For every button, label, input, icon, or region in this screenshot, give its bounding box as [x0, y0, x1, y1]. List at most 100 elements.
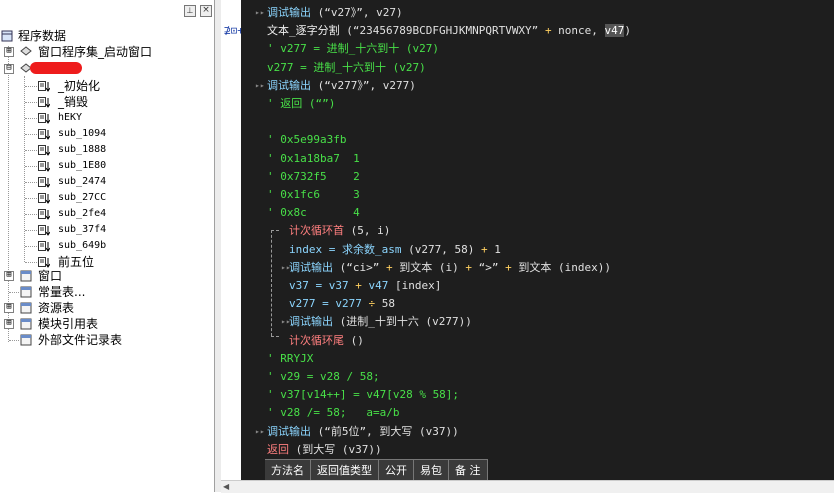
code-line[interactable]: ' 0x5e99a3fb: [267, 131, 346, 149]
expand-icon[interactable]: ⊞: [4, 271, 14, 281]
code-line[interactable]: ' v29 = v28 / 58;: [267, 368, 380, 386]
code-line[interactable]: 调试输出 (“ci>” + 到文本 (i) + “>” + 到文本 (index…: [289, 259, 611, 277]
code-token: 返回: [267, 442, 289, 456]
code-line[interactable]: 调试输出 (“前5位”, 到大写 (v37)): [267, 423, 459, 441]
expand-icon[interactable]: ⊞: [4, 319, 14, 329]
code-token: 58: [375, 297, 395, 311]
code-line[interactable]: v277 = v277 ÷ 58: [289, 295, 395, 313]
code-token: 调试输出: [267, 424, 311, 438]
subroutine-icon: [38, 225, 50, 236]
scroll-left-icon[interactable]: ◀: [223, 482, 233, 492]
code-line[interactable]: ' v277 = 进制_十六到十 (v27): [267, 40, 439, 58]
table-column-header[interactable]: 方法名: [265, 459, 311, 482]
code-line[interactable]: 计次循环首 (5, i): [289, 222, 390, 240]
tree-subroutine-item[interactable]: sub_27CC: [58, 190, 106, 206]
tree-guide: [25, 246, 37, 247]
expand-call-icon[interactable]: ▸▸: [281, 317, 291, 326]
code-token: [index]: [394, 279, 442, 292]
subroutine-icon: [38, 161, 50, 172]
code-token: ' 0x8c 4: [267, 206, 360, 220]
code-token: (5, i): [344, 224, 391, 238]
code-line[interactable]: 文本_逐字分割 (“23456789BCDFGHJKMNPQRTVWXY” + …: [267, 22, 631, 40]
subroutine-icon: [38, 257, 50, 268]
tree-subroutine-item[interactable]: hEKY: [58, 110, 82, 126]
tree-subroutine-item[interactable]: sub_37f4: [58, 222, 106, 238]
subroutine-icon: [38, 97, 50, 108]
tree-guide: [9, 340, 19, 341]
code-line[interactable]: 调试输出 (“v27》”, v27): [267, 4, 403, 22]
tree-item-module-reference[interactable]: 模块引用表: [38, 316, 98, 332]
code-line[interactable]: ' 返回 (“”): [267, 95, 335, 113]
code-line[interactable]: v37 = v37 + v47 [index]: [289, 277, 441, 295]
code-token: 到文本 (index)): [511, 260, 611, 274]
code-token: 调试输出: [289, 315, 333, 329]
tree-subroutine-item[interactable]: _初始化: [58, 78, 100, 94]
code-line[interactable]: ' 0x732f5 2: [267, 168, 360, 186]
tree-subroutine-item[interactable]: sub_2fe4: [58, 206, 106, 222]
code-line[interactable]: ' v28 /= 58; a=a/b: [267, 404, 399, 422]
table-column-header[interactable]: 备 注: [449, 459, 488, 482]
code-token: ' 0x5e99a3fb: [267, 133, 347, 147]
code-token: ' v37[v14++] = v47[v28 % 58];: [267, 388, 460, 402]
code-token: v47: [604, 24, 625, 38]
code-token: (进制_十到十六 (v277)): [333, 315, 472, 329]
code-line[interactable]: index = 求余数_asm (v277, 58) + 1: [289, 241, 501, 259]
expand-call-icon[interactable]: ▸▸: [281, 263, 291, 272]
table-column-header[interactable]: 易包: [414, 459, 449, 482]
code-line[interactable]: 返回 (到大写 (v37)): [267, 441, 382, 459]
pin-icon[interactable]: ⊥: [184, 5, 196, 17]
code-token: v277 = 进制_十六到十 (v27): [267, 60, 426, 74]
code-token: +: [505, 260, 512, 274]
loop-bracket: [271, 230, 279, 231]
external-file-icon: [20, 334, 32, 346]
tree-item-constant-table[interactable]: 常量表...: [38, 284, 85, 300]
expand-call-icon[interactable]: ▸▸: [255, 427, 265, 436]
subroutine-icon: [38, 129, 50, 140]
code-line[interactable]: ' 0x8c 4: [267, 204, 360, 222]
table-column-header[interactable]: 公开: [379, 459, 414, 482]
tree-guide: [25, 86, 37, 87]
expand-icon[interactable]: ⊞: [4, 303, 14, 313]
tree-root-label[interactable]: 程序数据: [18, 28, 66, 44]
code-line[interactable]: ' 0x1a18ba7 1: [267, 150, 360, 168]
code-token: 计次循环首: [289, 224, 344, 238]
tree-subroutine-item[interactable]: sub_2474: [58, 174, 106, 190]
code-line[interactable]: ' v37[v14++] = v47[v28 % 58];: [267, 386, 459, 404]
expand-call-icon[interactable]: ▸▸: [255, 8, 265, 17]
tree-item-resource[interactable]: 资源表: [38, 300, 74, 316]
code-line[interactable]: ' 0x1fc6 3: [267, 186, 360, 204]
code-editor[interactable]: 调试输出 (“v27》”, v27) ▸▸ 文本_逐字分割 (“23456789BC…: [241, 0, 834, 492]
tree-item-startup-assembly[interactable]: 窗口程序集_启动窗口: [38, 44, 152, 60]
close-icon[interactable]: ×: [200, 5, 212, 17]
code-token: 调试输出: [289, 260, 333, 274]
tree-subroutine-item[interactable]: sub_1888: [58, 142, 106, 158]
collapse-icon[interactable]: ⊟: [4, 64, 14, 74]
expand-call-icon[interactable]: ▸▸: [255, 81, 265, 90]
tree-guide: [25, 182, 37, 183]
code-line[interactable]: v277 = 进制_十六到十 (v27): [267, 59, 426, 77]
code-token: nonce,: [551, 24, 605, 38]
code-line[interactable]: 调试输出 (进制_十到十六 (v277)): [289, 313, 472, 331]
code-token: (v277, 58): [408, 242, 481, 256]
tree-item-window[interactable]: 窗口: [38, 268, 62, 284]
redacted-label: [30, 62, 82, 74]
tree-subroutine-item[interactable]: sub_1094: [58, 126, 106, 142]
code-token: “>”: [471, 260, 506, 274]
code-token: +: [465, 260, 472, 274]
expand-icon[interactable]: ⊞: [4, 47, 14, 57]
tree-item-external-file[interactable]: 外部文件记录表: [38, 332, 122, 348]
tree-subroutine-item[interactable]: sub_1E80: [58, 158, 106, 174]
code-line[interactable]: ' RRYJX: [267, 350, 313, 368]
table-column-header[interactable]: 返回值类型: [311, 459, 379, 482]
subroutine-icon: [38, 209, 50, 220]
window-icon: [20, 270, 32, 282]
horizontal-scrollbar[interactable]: ◀: [221, 480, 834, 493]
tree-subroutine-item[interactable]: _销毁: [58, 94, 88, 110]
code-token: 到文本 (i): [392, 260, 466, 274]
editor-gutter: [221, 0, 241, 492]
code-line[interactable]: 计次循环尾 (): [289, 332, 364, 350]
code-line[interactable]: 调试输出 (“v277》”, v277): [267, 77, 416, 95]
tree-subroutine-item[interactable]: 前五位: [58, 254, 94, 270]
tree-subroutine-item[interactable]: sub_649b: [58, 238, 106, 254]
code-token: ' v29 = v28 / 58;: [267, 370, 380, 383]
